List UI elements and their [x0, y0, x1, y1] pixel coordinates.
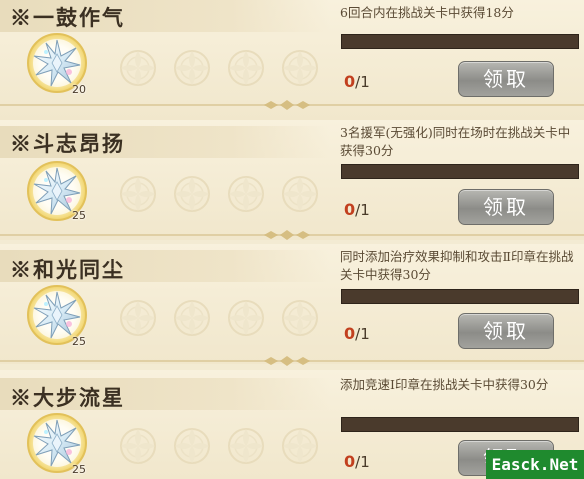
- empty-reward-slot-icon: [228, 50, 264, 86]
- section-divider: [0, 356, 584, 366]
- quest-description: 6回合内在挑战关卡中获得18分: [340, 5, 514, 20]
- empty-reward-slot-icon: [174, 428, 210, 464]
- quest-progress-bar: [341, 289, 579, 304]
- quest-progress-total: /1: [355, 453, 370, 471]
- quest-description: 3名援军(无强化)同时在场时在挑战关卡中获得30分: [340, 125, 571, 158]
- empty-reward-slot-icon: [282, 300, 318, 336]
- quest-progress-text: 0/1: [344, 200, 370, 219]
- quest-progress-current: 0: [344, 72, 356, 91]
- quest-title: ※和光同尘: [10, 257, 125, 282]
- quest-progress-total: /1: [355, 73, 370, 91]
- quest-title: ※大步流星: [10, 385, 125, 410]
- quest-progress-current: 0: [344, 200, 356, 219]
- reward-count: 25: [72, 335, 86, 348]
- reward-count: 20: [72, 83, 86, 96]
- quest-card: ※和光同尘 同时添加治疗效果抑制和攻击Ⅱ印章在挑战关卡中获得30分 0/1 领取…: [0, 244, 584, 364]
- quest-progress-text: 0/1: [344, 72, 370, 91]
- empty-reward-slot-icon: [120, 428, 156, 464]
- claim-button[interactable]: 领取: [458, 313, 554, 349]
- empty-reward-slot-icon: [174, 50, 210, 86]
- empty-reward-slot-icon: [228, 176, 264, 212]
- empty-reward-slot-icon: [120, 50, 156, 86]
- quest-title: ※斗志昂扬: [10, 131, 125, 156]
- quest-progress-bar: [341, 164, 579, 179]
- quest-progress-bar: [341, 34, 579, 49]
- empty-reward-slot-icon: [120, 300, 156, 336]
- watermark-badge: Easck.Net: [486, 450, 584, 479]
- quest-title: ※一鼓作气: [10, 5, 125, 30]
- section-divider: [0, 100, 584, 110]
- quest-progress-text: 0/1: [344, 452, 370, 471]
- section-divider: [0, 230, 584, 240]
- empty-reward-slot-icon: [282, 50, 318, 86]
- reward-count: 25: [72, 463, 86, 476]
- quest-progress-total: /1: [355, 201, 370, 219]
- quest-progress-current: 0: [344, 452, 356, 471]
- quest-description: 同时添加治疗效果抑制和攻击Ⅱ印章在挑战关卡中获得30分: [340, 249, 574, 282]
- empty-reward-slot-icon: [228, 428, 264, 464]
- quest-description: 添加竞速Ⅰ印章在挑战关卡中获得30分: [340, 377, 549, 392]
- reward-count: 25: [72, 209, 86, 222]
- empty-reward-slot-icon: [282, 176, 318, 212]
- quest-progress-total: /1: [355, 325, 370, 343]
- empty-reward-slot-icon: [120, 176, 156, 212]
- quest-progress-bar: [341, 417, 579, 432]
- quest-card: ※斗志昂扬 3名援军(无强化)同时在场时在挑战关卡中获得30分 0/1 领取 2…: [0, 120, 584, 240]
- claim-button[interactable]: 领取: [458, 189, 554, 225]
- claim-button[interactable]: 领取: [458, 61, 554, 97]
- quest-progress-text: 0/1: [344, 324, 370, 343]
- empty-reward-slot-icon: [174, 176, 210, 212]
- quest-progress-current: 0: [344, 324, 356, 343]
- empty-reward-slot-icon: [174, 300, 210, 336]
- empty-reward-slot-icon: [282, 428, 318, 464]
- empty-reward-slot-icon: [228, 300, 264, 336]
